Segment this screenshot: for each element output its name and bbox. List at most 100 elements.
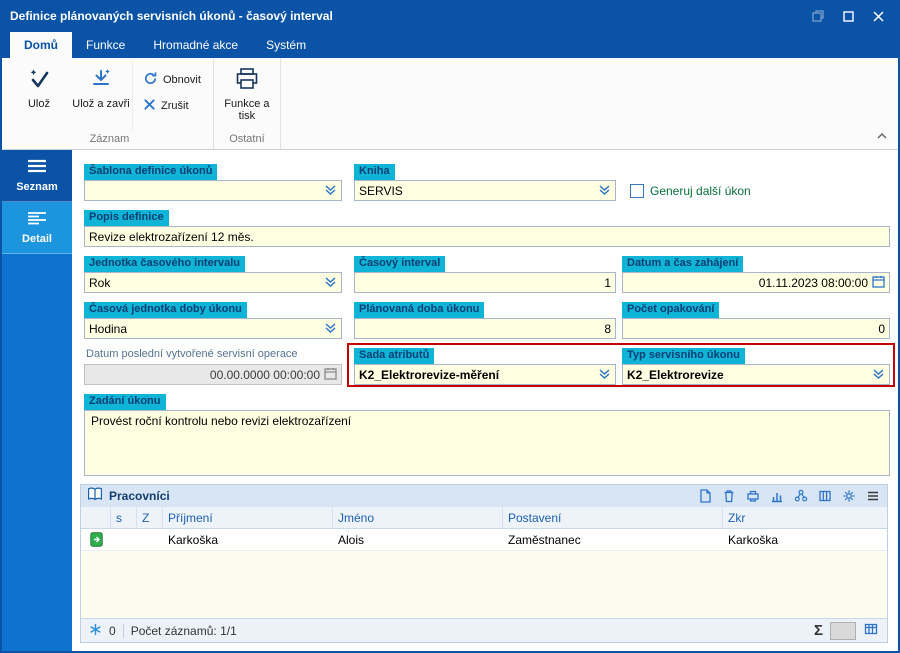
tab-domu[interactable]: Domů <box>10 32 72 58</box>
planned-duration-label: Plánovaná doba úkonu <box>354 302 485 318</box>
chart-icon[interactable] <box>769 488 785 504</box>
cancel-button[interactable]: Zrušit <box>143 98 201 114</box>
tab-system[interactable]: Systém <box>252 32 320 58</box>
record-count-label: Počet záznamů: 1/1 <box>130 623 237 638</box>
interval-label: Časový interval <box>354 256 446 272</box>
record-status-icon <box>81 529 111 550</box>
table-settings-icon[interactable] <box>863 622 879 639</box>
titlebar: Definice plánovaných servisních úkonů - … <box>2 2 898 30</box>
functions-print-button[interactable]: Funkce a tisk <box>216 60 278 132</box>
column-header-postaveni[interactable]: Postavení <box>503 507 723 528</box>
save-label: Ulož <box>27 97 50 110</box>
template-label: Šablona definice úkonů <box>84 164 218 180</box>
dropdown-icon[interactable] <box>598 183 611 199</box>
dropdown-icon[interactable] <box>872 367 885 383</box>
detail-form: Šablona definice úkonů Kniha SERVIS Gene… <box>72 150 898 651</box>
sidebar-item-seznam[interactable]: Seznam <box>2 150 72 202</box>
ribbon-group-record-label: Záznam <box>89 133 130 145</box>
generate-next-checkbox-row: Generuj další úkon <box>630 184 751 198</box>
repeat-count-field[interactable]: 0 <box>622 318 890 339</box>
print-icon[interactable] <box>745 488 761 504</box>
start-datetime-label: Datum a čas zahájení <box>622 256 744 272</box>
description-field[interactable]: Revize elektrozařízení 12 měs. <box>84 226 890 247</box>
workers-table-header: s Z Příjmení Jméno Postavení Zkr <box>81 507 887 529</box>
generate-next-label: Generuj další úkon <box>650 184 751 198</box>
interval-unit-label: Jednotka časového intervalu <box>84 256 245 272</box>
settings-icon[interactable] <box>841 488 857 504</box>
book-label: Kniha <box>354 164 395 180</box>
attribute-set-field[interactable]: K2_Elektrorevize-měření <box>354 364 616 385</box>
task-text-label: Zadání úkonu <box>84 394 166 410</box>
last-operation-label: Datum poslední vytvořené servisní operac… <box>86 348 298 360</box>
interval-unit-field[interactable]: Rok <box>84 272 342 293</box>
ribbon-tabstrip: Domů Funkce Hromadné akce Systém <box>2 30 898 58</box>
table-row[interactable]: Karkoška Alois Zaměstnanec Karkoška <box>81 529 887 551</box>
new-record-icon[interactable] <box>697 488 713 504</box>
task-type-field[interactable]: K2_Elektrorevize <box>622 364 890 385</box>
task-text-area[interactable]: Provést roční kontrolu nebo revizi elekt… <box>84 410 890 476</box>
column-header-s[interactable]: s <box>111 507 137 528</box>
duration-unit-field[interactable]: Hodina <box>84 318 342 339</box>
cancel-icon <box>143 98 156 114</box>
save-button[interactable]: Ulož <box>8 60 70 132</box>
grid-empty-area <box>81 551 887 618</box>
ribbon-group-other: Funkce a tisk Ostatní <box>214 58 281 149</box>
dock-icon[interactable] <box>806 6 830 26</box>
sidebar-item-detail-label: Detail <box>22 232 52 245</box>
column-header-prijmeni[interactable]: Příjmení <box>163 507 333 528</box>
column-header-z[interactable]: Z <box>137 507 163 528</box>
window-title: Definice plánovaných servisních úkonů - … <box>10 9 333 23</box>
dropdown-icon[interactable] <box>324 275 337 291</box>
tab-funkce[interactable]: Funkce <box>72 32 139 58</box>
detail-icon <box>27 211 47 228</box>
footer-separator <box>122 623 124 638</box>
sum-button[interactable]: Σ <box>814 622 823 639</box>
tab-hromadne-akce[interactable]: Hromadné akce <box>139 32 252 58</box>
dropdown-icon[interactable] <box>598 367 611 383</box>
save-and-close-button[interactable]: Ulož a zavři <box>70 60 132 132</box>
sidebar-item-detail[interactable]: Detail <box>2 202 72 254</box>
cell-jmeno: Alois <box>338 532 365 547</box>
attribute-set-label: Sada atributů <box>354 348 435 364</box>
book-field[interactable]: SERVIS <box>354 180 616 201</box>
book-icon <box>87 487 103 506</box>
description-label: Popis definice <box>84 210 169 226</box>
maximize-button[interactable] <box>836 6 860 26</box>
ribbon: Ulož Ulož a zavři Obnovit Zrušit Záznam … <box>2 58 898 150</box>
menu-icon[interactable] <box>865 488 881 504</box>
sidebar: Seznam Detail <box>2 150 72 651</box>
sidebar-item-seznam-label: Seznam <box>16 180 58 193</box>
cell-z <box>137 529 163 550</box>
grid-toolbar <box>697 488 881 504</box>
ribbon-small-buttons: Obnovit Zrušit <box>132 60 211 132</box>
column-header-zkr[interactable]: Zkr <box>723 507 887 528</box>
dropdown-icon[interactable] <box>324 183 337 199</box>
dropdown-icon[interactable] <box>324 321 337 337</box>
relations-icon[interactable] <box>793 488 809 504</box>
print-icon <box>234 67 260 95</box>
column-header-icon[interactable] <box>81 507 111 528</box>
delete-icon[interactable] <box>721 488 737 504</box>
blank-button[interactable] <box>830 621 856 640</box>
generate-next-checkbox[interactable] <box>630 184 644 198</box>
cell-postaveni: Zaměstnanec <box>508 532 581 547</box>
close-button[interactable] <box>866 6 890 26</box>
interval-field[interactable]: 1 <box>354 272 616 293</box>
task-type-label: Typ servisního úkonu <box>622 348 745 364</box>
calendar-icon[interactable] <box>872 275 885 291</box>
ribbon-group-record: Ulož Ulož a zavři Obnovit Zrušit Záznam <box>6 58 214 149</box>
template-field[interactable] <box>84 180 342 201</box>
column-header-jmeno[interactable]: Jméno <box>333 507 503 528</box>
functions-print-label: Funkce a tisk <box>224 97 270 123</box>
grid-footer: 0 Počet záznamů: 1/1 Σ <box>81 618 887 642</box>
planned-duration-field[interactable]: 8 <box>354 318 616 339</box>
grid-footer-right: Σ <box>814 621 879 640</box>
app-window: Definice plánovaných servisních úkonů - … <box>0 0 900 653</box>
ribbon-collapse-icon[interactable] <box>876 127 888 145</box>
columns-icon[interactable] <box>817 488 833 504</box>
cell-zkr: Karkoška <box>728 532 779 547</box>
refresh-button[interactable]: Obnovit <box>143 71 201 89</box>
main-area: Seznam Detail Šablona definice úkonů Kni… <box>2 150 898 651</box>
workers-grid-header: Pracovníci <box>81 485 887 507</box>
start-datetime-field[interactable]: 01.11.2023 08:00:00 <box>622 272 890 293</box>
